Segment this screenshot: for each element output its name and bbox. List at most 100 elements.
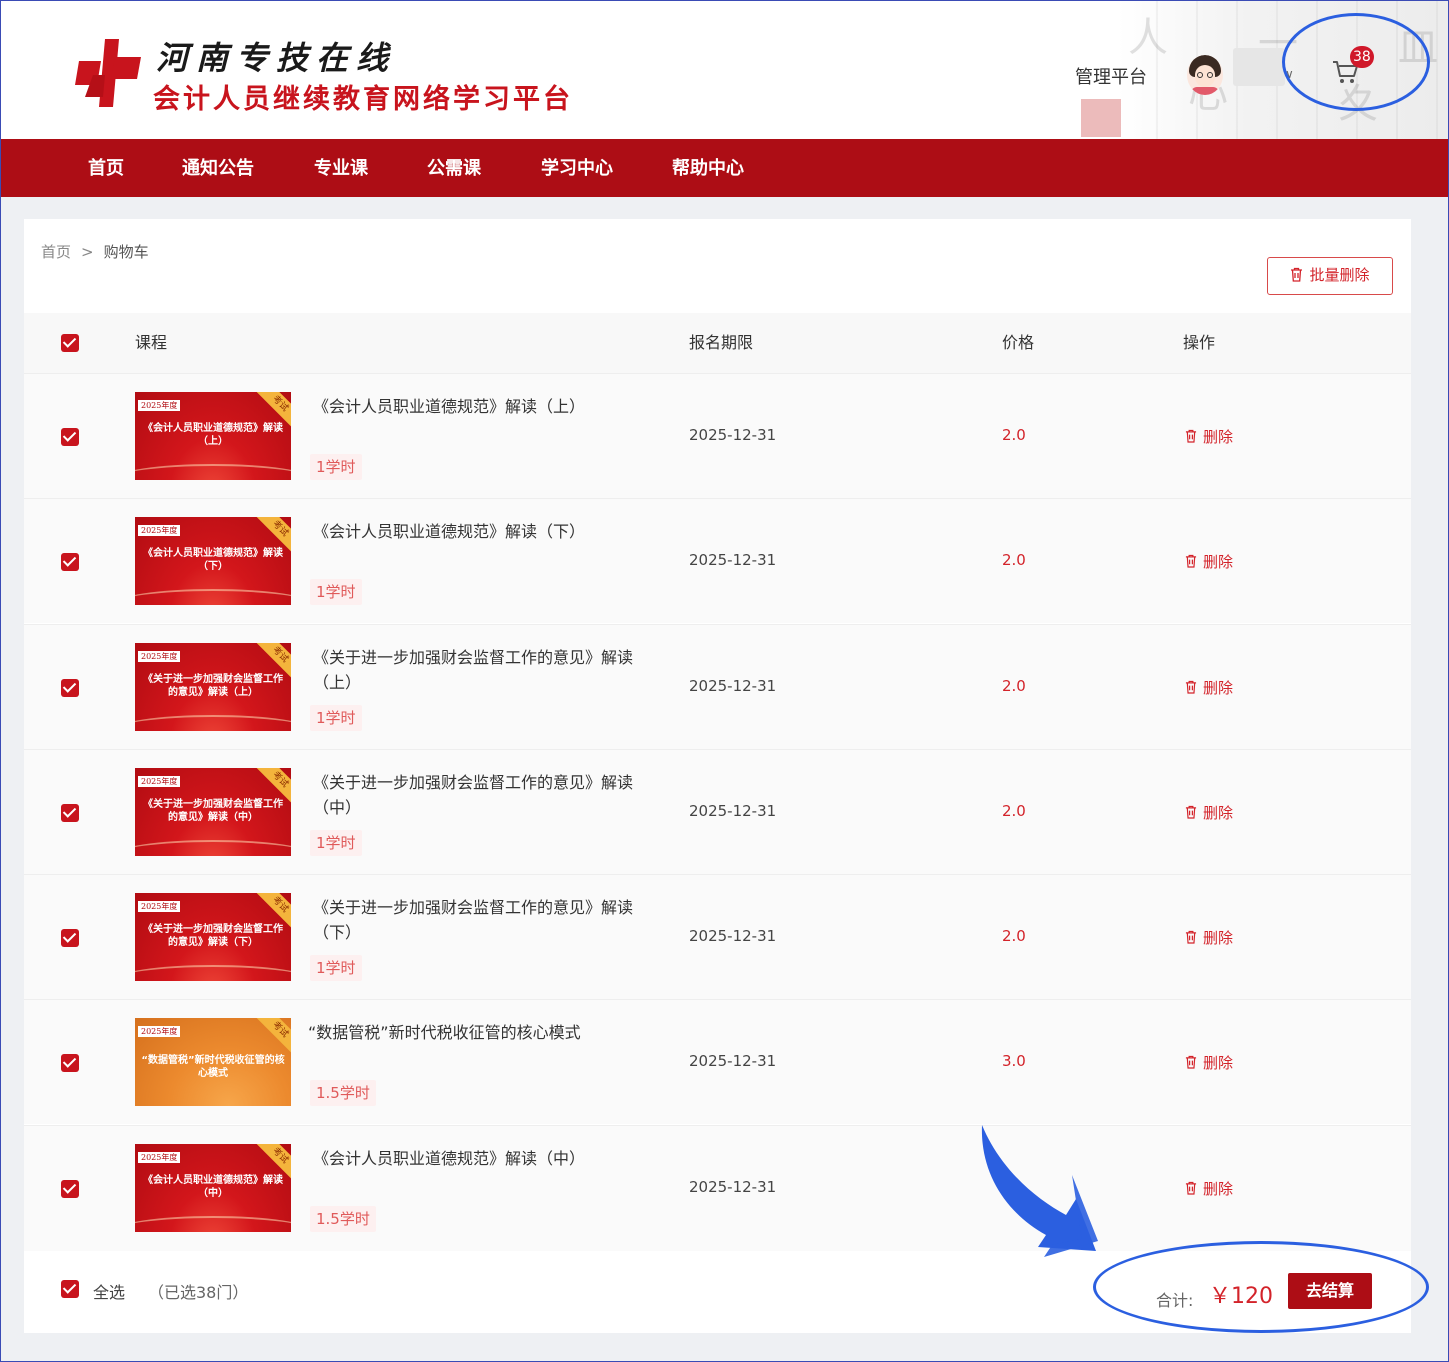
- row-checkbox[interactable]: [61, 929, 79, 947]
- trash-icon: [1185, 1181, 1197, 1195]
- course-name[interactable]: 《关于进一步加强财会监督工作的意见》解读（上）: [313, 645, 653, 695]
- thumbnail-title: 《会计人员职业道德规范》解读（下）: [143, 548, 283, 572]
- column-header-price: 价格: [1002, 333, 1035, 352]
- thumbnail-year: 2025年度: [138, 776, 181, 787]
- trash-icon: [1185, 805, 1197, 819]
- delete-button[interactable]: 删除: [1185, 677, 1233, 698]
- course-thumbnail[interactable]: 2025年度 考试 《会计人员职业道德规范》解读（上）: [135, 392, 291, 480]
- row-checkbox[interactable]: [61, 428, 79, 446]
- table-row: 2025年度 考试 《会计人员职业道德规范》解读（中） 《会计人员职业道德规范》…: [24, 1125, 1411, 1251]
- delete-button[interactable]: 删除: [1185, 1178, 1233, 1199]
- course-thumbnail[interactable]: 2025年度 考试 《关于进一步加强财会监督工作的意见》解读（中）: [135, 768, 291, 856]
- table-row: 2025年度 考试 《关于进一步加强财会监督工作的意见》解读（下） 《关于进一步…: [24, 874, 1411, 999]
- thumbnail-title: 《关于进一步加强财会监督工作的意见》解读（上）: [143, 674, 283, 698]
- course-hours-badge: 1.5学时: [310, 1080, 376, 1106]
- course-hours-badge: 1学时: [310, 830, 362, 856]
- management-platform-link[interactable]: 管理平台: [1075, 63, 1147, 89]
- course-deadline: 2025-12-31: [689, 677, 777, 695]
- annotation-arrow-icon: [981, 1125, 1098, 1257]
- course-name[interactable]: 《关于进一步加强财会监督工作的意见》解读（中）: [313, 770, 653, 820]
- nav-item-home[interactable]: 首页: [88, 139, 124, 197]
- select-all-label[interactable]: 全选: [93, 1279, 125, 1303]
- course-thumbnail[interactable]: 2025年度 考试 “数据管税”新时代税收征管的核心模式: [135, 1018, 291, 1106]
- delete-label: 删除: [1203, 553, 1234, 571]
- course-name[interactable]: 《会计人员职业道德规范》解读（中）: [313, 1146, 653, 1171]
- delete-label: 删除: [1203, 1054, 1234, 1072]
- select-all-checkbox[interactable]: [61, 1280, 79, 1298]
- nav-item-learning-center[interactable]: 学习中心: [541, 139, 613, 197]
- table-row: 2025年度 考试 《会计人员职业道德规范》解读（下） 《会计人员职业道德规范》…: [24, 498, 1411, 623]
- nav-item-professional-courses[interactable]: 专业课: [314, 139, 368, 197]
- course-deadline: 2025-12-31: [689, 927, 777, 945]
- course-deadline: 2025-12-31: [689, 802, 777, 820]
- thumbnail-year: 2025年度: [138, 1026, 181, 1037]
- row-checkbox[interactable]: [61, 679, 79, 697]
- seal-stamp: [1081, 99, 1121, 137]
- annotation-circle-cart: [1282, 13, 1430, 111]
- row-checkbox[interactable]: [61, 553, 79, 571]
- course-thumbnail[interactable]: 2025年度 考试 《会计人员职业道德规范》解读（中）: [135, 1144, 291, 1232]
- row-checkbox[interactable]: [61, 1054, 79, 1072]
- logo-icon[interactable]: [75, 39, 141, 107]
- table-row: 2025年度 考试 “数据管税”新时代税收征管的核心模式 “数据管税”新时代税收…: [24, 999, 1411, 1124]
- selected-count: （已选38门）: [148, 1283, 249, 1302]
- delete-button[interactable]: 删除: [1185, 551, 1233, 572]
- course-hours-badge: 1学时: [310, 705, 362, 731]
- delete-label: 删除: [1203, 804, 1234, 822]
- row-checkbox[interactable]: [61, 804, 79, 822]
- thumbnail-year: 2025年度: [138, 400, 181, 411]
- nav-item-help-center[interactable]: 帮助中心: [672, 139, 744, 197]
- thumbnail-year: 2025年度: [138, 1152, 181, 1163]
- breadcrumb: 首页 > 购物车: [41, 241, 149, 262]
- batch-delete-button[interactable]: 批量删除: [1267, 257, 1393, 295]
- course-deadline: 2025-12-31: [689, 1052, 777, 1070]
- delete-label: 删除: [1203, 1180, 1234, 1198]
- course-hours-badge: 1学时: [310, 579, 362, 605]
- course-price: 2.0: [1002, 551, 1026, 569]
- course-deadline: 2025-12-31: [689, 551, 777, 569]
- course-thumbnail[interactable]: 2025年度 考试 《会计人员职业道德规范》解读（下）: [135, 517, 291, 605]
- main-nav: 首页 通知公告 专业课 公需课 学习中心 帮助中心: [1, 139, 1448, 197]
- course-deadline: 2025-12-31: [689, 1178, 777, 1196]
- trash-icon: [1291, 267, 1303, 282]
- logo-subtitle: 会计人员继续教育网络学习平台: [153, 84, 573, 115]
- select-all-checkbox-header[interactable]: [61, 334, 79, 352]
- delete-button[interactable]: 删除: [1185, 426, 1233, 447]
- course-thumbnail[interactable]: 2025年度 考试 《关于进一步加强财会监督工作的意见》解读（上）: [135, 643, 291, 731]
- user-avatar[interactable]: [1187, 55, 1223, 95]
- username-redacted[interactable]: [1233, 48, 1285, 86]
- column-header-deadline: 报名期限: [689, 333, 754, 352]
- column-header-action: 操作: [1183, 333, 1216, 352]
- trash-icon: [1185, 429, 1197, 443]
- delete-button[interactable]: 删除: [1185, 802, 1233, 823]
- course-name[interactable]: 《会计人员职业道德规范》解读（下）: [313, 519, 653, 544]
- delete-button[interactable]: 删除: [1185, 927, 1233, 948]
- logo-title: 河南专技在线: [156, 39, 397, 77]
- row-checkbox[interactable]: [61, 1180, 79, 1198]
- nav-item-public-courses[interactable]: 公需课: [427, 139, 481, 197]
- thumbnail-title: “数据管税”新时代税收征管的核心模式: [141, 1055, 285, 1079]
- trash-icon: [1185, 930, 1197, 944]
- course-price: 3.0: [1002, 1052, 1026, 1070]
- course-name[interactable]: “数据管税”新时代税收征管的核心模式: [308, 1020, 648, 1045]
- delete-button[interactable]: 删除: [1185, 1052, 1233, 1073]
- trash-icon: [1185, 1055, 1197, 1069]
- thumbnail-title: 《会计人员职业道德规范》解读（中）: [143, 1175, 283, 1199]
- delete-label: 删除: [1203, 679, 1234, 697]
- table-row: 2025年度 考试 《关于进一步加强财会监督工作的意见》解读（中） 《关于进一步…: [24, 749, 1411, 874]
- course-name[interactable]: 《关于进一步加强财会监督工作的意见》解读（下）: [313, 895, 653, 945]
- course-hours-badge: 1学时: [310, 454, 362, 480]
- course-thumbnail[interactable]: 2025年度 考试 《关于进一步加强财会监督工作的意见》解读（下）: [135, 893, 291, 981]
- site-header: ⼈ ⼼ ⼀ ⼢ ⽫ 河南专技在线 会计人员继续教育网络学习平台 管理平台 ∨ 3…: [1, 1, 1448, 139]
- thumbnail-year: 2025年度: [138, 651, 181, 662]
- table-row: 2025年度 考试 《关于进一步加强财会监督工作的意见》解读（上） 《关于进一步…: [24, 624, 1411, 749]
- breadcrumb-separator: >: [81, 243, 94, 261]
- thumbnail-year: 2025年度: [138, 901, 181, 912]
- trash-icon: [1185, 680, 1197, 694]
- column-header-course: 课程: [135, 333, 168, 352]
- course-name[interactable]: 《会计人员职业道德规范》解读（上）: [313, 394, 653, 419]
- course-deadline: 2025-12-31: [689, 426, 777, 444]
- breadcrumb-home[interactable]: 首页: [41, 243, 71, 261]
- nav-item-notices[interactable]: 通知公告: [182, 139, 254, 197]
- delete-label: 删除: [1203, 929, 1234, 947]
